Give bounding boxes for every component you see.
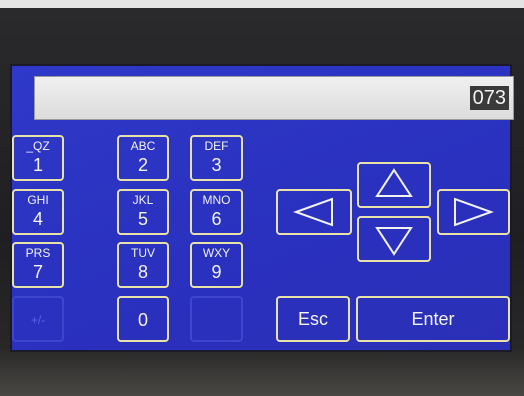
key-plus-minus-label: +/- [30, 313, 46, 327]
arrow-right-button[interactable] [437, 189, 510, 235]
arrow-right-icon [454, 197, 494, 227]
key-6-digit: 6 [211, 209, 222, 229]
key-7[interactable]: PRS 7 [12, 242, 64, 288]
value-display: 073 [34, 76, 514, 120]
key-0[interactable]: 0 [117, 296, 169, 342]
key-4-letters: GHI [27, 193, 49, 207]
key-8[interactable]: TUV 8 [117, 242, 169, 288]
arrow-left-icon [293, 197, 333, 227]
key-7-digit: 7 [32, 262, 43, 282]
esc-button[interactable]: Esc [276, 296, 350, 342]
key-7-letters: PRS [25, 246, 51, 260]
key-blank [190, 296, 243, 342]
key-8-digit: 8 [137, 262, 148, 282]
key-plus-minus[interactable]: +/- [12, 296, 64, 342]
device-frame-bottom [0, 350, 524, 396]
key-1-letters: _QZ [26, 139, 50, 153]
esc-button-label: Esc [297, 308, 328, 329]
key-0-digit: 0 [137, 310, 148, 330]
display-value: 073 [469, 86, 509, 110]
key-2[interactable]: ABC 2 [117, 135, 169, 181]
key-9[interactable]: WXY 9 [190, 242, 243, 288]
key-3[interactable]: DEF 3 [190, 135, 243, 181]
key-6-letters: MNO [202, 193, 231, 207]
arrow-up-icon [375, 168, 413, 197]
key-4[interactable]: GHI 4 [12, 189, 64, 235]
key-5[interactable]: JKL 5 [117, 189, 169, 235]
arrow-up-button[interactable] [357, 162, 431, 208]
key-3-letters: DEF [204, 139, 229, 153]
arrow-down-button[interactable] [357, 216, 431, 262]
arrow-down-icon [375, 227, 413, 256]
key-4-digit: 4 [32, 209, 43, 229]
key-5-letters: JKL [132, 193, 154, 207]
key-1[interactable]: _QZ 1 [12, 135, 64, 181]
touch-screen: 073 _QZ 1 ABC 2 DEF 3 GHI 4 JKL 5 MNO 6 … [12, 66, 514, 350]
key-2-digit: 2 [137, 155, 148, 175]
arrow-left-button[interactable] [276, 189, 352, 235]
key-1-digit: 1 [32, 155, 43, 175]
enter-button[interactable]: Enter [356, 296, 510, 342]
key-9-digit: 9 [211, 262, 222, 282]
enter-button-label: Enter [411, 308, 455, 329]
key-8-letters: TUV [131, 246, 155, 260]
key-5-digit: 5 [137, 209, 148, 229]
key-3-digit: 3 [211, 155, 222, 175]
key-2-letters: ABC [130, 139, 156, 153]
key-6[interactable]: MNO 6 [190, 189, 243, 235]
key-9-letters: WXY [202, 246, 231, 260]
